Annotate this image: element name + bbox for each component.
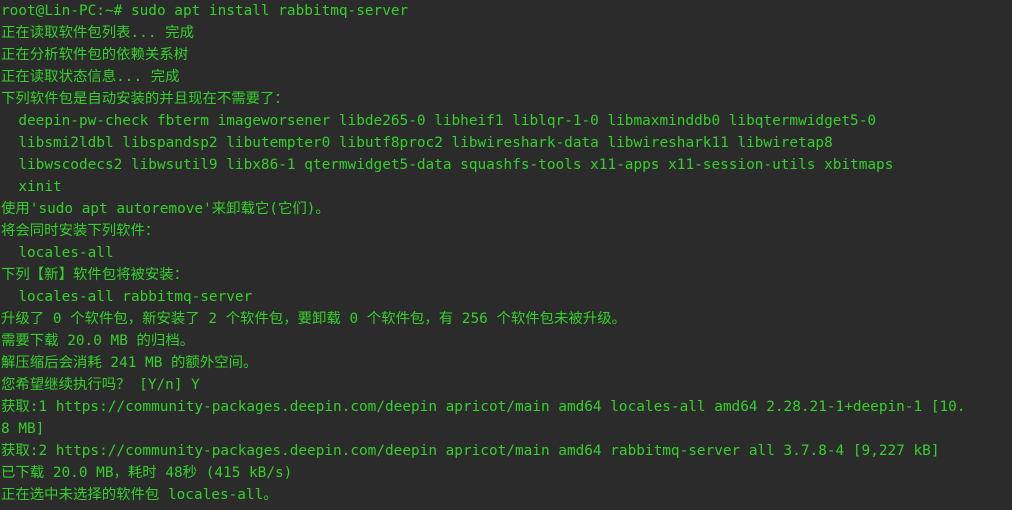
terminal-line: 需要下载 20.0 MB 的归档。 [1, 330, 1012, 352]
output-text: libwscodecs2 libwsutil9 libx86-1 qtermwi… [1, 157, 894, 173]
shell-command-line: root@Lin-PC:~# sudo apt install rabbitmq… [1, 3, 409, 19]
terminal-line: 下列【新】软件包将被安装： [1, 264, 1012, 286]
output-text: 将会同时安装下列软件： [1, 223, 160, 239]
terminal-line: 解压缩后会消耗 241 MB 的额外空间。 [1, 352, 1012, 374]
output-text: deepin-pw-check fbterm imageworsener lib… [1, 113, 877, 129]
output-text: 解压缩后会消耗 241 MB 的额外空间。 [1, 355, 258, 371]
terminal-line: 您希望继续执行吗？ [Y/n] Y [1, 374, 1012, 396]
terminal-line: locales-all [1, 242, 1012, 264]
terminal-line: 升级了 0 个软件包，新安装了 2 个软件包，要卸载 0 个软件包，有 256 … [1, 308, 1012, 330]
output-text: 升级了 0 个软件包，新安装了 2 个软件包，要卸载 0 个软件包，有 256 … [1, 311, 626, 327]
output-text: 8 MB] [1, 421, 45, 437]
output-text: 正在读取状态信息... 完成 [1, 69, 180, 85]
output-text: 下列软件包是自动安装的并且现在不需要了： [1, 91, 289, 107]
output-text: locales-all rabbitmq-server [1, 289, 253, 305]
terminal-line: 正在分析软件包的依赖关系树 [1, 44, 1012, 66]
output-text: xinit [1, 179, 62, 195]
terminal-line: libsmi2ldbl libspandsp2 libutempter0 lib… [1, 132, 1012, 154]
terminal-line: 使用'sudo apt autoremove'来卸载它(它们)。 [1, 198, 1012, 220]
output-text: 需要下载 20.0 MB 的归档。 [1, 333, 195, 349]
terminal-line: libwscodecs2 libwsutil9 libx86-1 qtermwi… [1, 154, 1012, 176]
terminal-line: root@Lin-PC:~# sudo apt install rabbitmq… [1, 0, 1012, 22]
terminal-line: 下列软件包是自动安装的并且现在不需要了： [1, 88, 1012, 110]
terminal-line: 正在选中未选择的软件包 locales-all。 [1, 484, 1012, 506]
output-text: 已下载 20.0 MB，耗时 48秒 (415 kB/s) [1, 465, 293, 481]
terminal-line: 已下载 20.0 MB，耗时 48秒 (415 kB/s) [1, 462, 1012, 484]
terminal-window[interactable]: root@Lin-PC:~# sudo apt install rabbitmq… [0, 0, 1012, 510]
output-text: 正在选中未选择的软件包 locales-all。 [1, 487, 278, 503]
output-text: 获取:2 https://community-packages.deepin.c… [1, 443, 940, 459]
terminal-line: 获取:2 https://community-packages.deepin.c… [1, 440, 1012, 462]
output-text: 您希望继续执行吗？ [Y/n] Y [1, 377, 200, 393]
terminal-line: 正在读取状态信息... 完成 [1, 66, 1012, 88]
terminal-line: 将会同时安装下列软件： [1, 220, 1012, 242]
output-text: 正在读取软件包列表... 完成 [1, 25, 194, 41]
terminal-line: 正在读取软件包列表... 完成 [1, 22, 1012, 44]
output-text: 下列【新】软件包将被安装： [1, 267, 189, 283]
terminal-line: 8 MB] [1, 418, 1012, 440]
output-text: locales-all [1, 245, 114, 261]
output-text: libsmi2ldbl libspandsp2 libutempter0 lib… [1, 135, 833, 151]
terminal-line: deepin-pw-check fbterm imageworsener lib… [1, 110, 1012, 132]
terminal-line: xinit [1, 176, 1012, 198]
output-text: 获取:1 https://community-packages.deepin.c… [1, 399, 966, 415]
terminal-line: 获取:1 https://community-packages.deepin.c… [1, 396, 1012, 418]
terminal-line: locales-all rabbitmq-server [1, 286, 1012, 308]
output-text: 正在分析软件包的依赖关系树 [1, 47, 189, 63]
output-text: 使用'sudo apt autoremove'来卸载它(它们)。 [1, 201, 330, 217]
